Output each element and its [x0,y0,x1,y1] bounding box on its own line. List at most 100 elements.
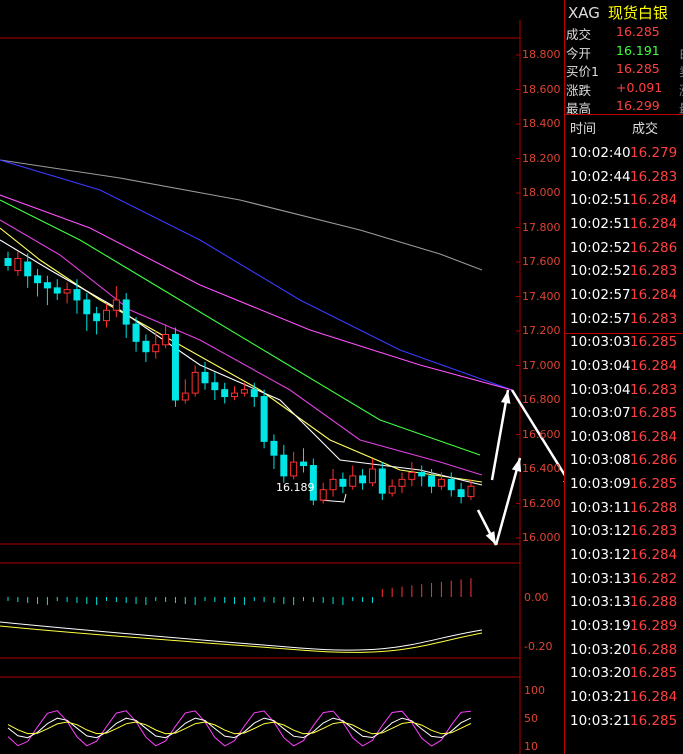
candle-body [181,392,189,401]
price-tick-label: 16.200 [522,496,561,510]
tick-price: 16.284 [630,688,678,705]
tick-time: 10:03:19 [570,618,631,634]
candle-body [24,261,32,277]
tick-row[interactable]: 10:03:2016.288 [570,642,680,666]
tick-row[interactable]: 10:02:5216.283 [570,263,680,287]
tick-row[interactable]: 10:03:0816.284 [570,429,680,453]
tick-row[interactable]: 10:02:5716.283 [570,311,680,335]
tick-row[interactable]: 10:03:2116.285 [570,713,680,737]
candle-body [378,468,386,494]
candle-body [388,485,396,494]
tick-time: 10:03:11 [570,499,631,516]
tick-price: 16.283 [630,168,678,185]
tick-row[interactable]: 10:02:4016.279 [570,145,680,169]
tick-row[interactable]: 10:03:0416.283 [570,382,680,406]
ma-line-yellow [0,227,483,483]
tick-row[interactable]: 10:03:1316.282 [570,571,680,595]
price-tick-label: 18.800 [522,48,561,61]
tick-time: 10:03:03 [570,334,631,351]
price-tick-label: 17.000 [522,358,561,372]
tick-row[interactable]: 10:03:1216.284 [570,547,680,571]
ma-line-blue [0,159,513,391]
tick-time: 10:03:13 [570,570,631,587]
candle-body [447,478,455,491]
tick-time: 10:02:57 [570,286,631,303]
tick-row[interactable]: 10:03:2116.284 [570,689,680,713]
ticks-header: 时间 成交 [570,118,658,137]
candle-body [132,323,140,342]
quote-label: 今开 [566,45,592,61]
macd-panel-border [0,562,521,659]
tick-row[interactable]: 10:03:1216.283 [570,523,680,547]
tick-price: 16.285 [630,334,678,351]
price-tick-label: 16.000 [522,531,561,544]
price-tick-label: 16.400 [522,462,561,475]
candle-body [221,389,229,398]
candle-body [437,478,445,487]
tick-price: 16.284 [630,192,678,209]
quote-value: 16.285 [616,24,660,39]
kdj-tick-label: 10 [524,740,538,753]
tick-time: 10:02:52 [570,239,631,256]
tick-row[interactable]: 10:03:1116.288 [570,500,680,524]
tick-row[interactable]: 10:03:0816.286 [570,452,680,476]
tick-row[interactable]: 10:03:0416.284 [570,358,680,382]
tick-row[interactable]: 10:02:5116.284 [570,192,680,216]
ma-line-gray [0,159,483,271]
candle-body [112,299,120,311]
candle-body [280,454,288,477]
quote-label: 成交 [566,27,592,42]
tick-price: 16.283 [630,523,678,540]
tick-row[interactable]: 10:03:1316.288 [570,594,680,618]
symbol-name: 现货白银 [607,4,668,22]
price-tick-label: 16.800 [522,393,561,406]
price-tick-label: 16.600 [522,427,561,441]
price-tick-label: 18.600 [522,82,561,96]
price-tick-label: 18.400 [522,117,561,130]
quote-value: +0.091 [616,79,663,95]
tick-row[interactable]: 10:03:1916.289 [570,618,680,642]
tick-price: 16.283 [630,381,678,398]
candle-body [270,440,278,456]
price-tick-label: 17.600 [522,255,561,268]
candle-body [142,340,150,353]
tick-price: 16.284 [630,547,678,564]
price-tick-label: 18.200 [522,151,561,165]
ma-line-green [0,199,481,456]
tick-row[interactable]: 10:02:5216.286 [570,240,680,264]
tick-time: 10:03:21 [570,688,631,705]
tick-price: 16.288 [630,641,678,658]
tick-row[interactable]: 10:03:0316.285 [570,334,680,358]
symbol-code: XAG [568,4,600,22]
candle-body [201,371,209,384]
candle-body [300,461,307,467]
tick-row[interactable]: 10:03:2016.285 [570,665,680,689]
macd-tick-label: 0.00 [524,591,549,604]
ticks-price-header: 成交 [632,122,659,137]
tick-row[interactable]: 10:02:4416.283 [570,169,680,193]
ticks-time-header: 时间 [570,122,597,137]
candle-body [93,313,101,322]
tick-price: 16.285 [630,665,678,682]
macd-dea-line [0,625,483,653]
candle-body [14,258,22,272]
tick-time: 10:03:21 [570,712,631,729]
arrow-shaft [494,457,522,546]
hand-drawn-arrows [476,389,564,546]
candle-body [349,475,357,487]
tick-row[interactable]: 10:03:0716.285 [570,405,680,429]
tick-row[interactable]: 10:03:0916.285 [570,476,680,500]
tick-time: 10:03:12 [570,523,631,540]
candle-body [260,396,268,442]
tick-price: 16.284 [630,215,678,232]
price-tick-label: 18.000 [522,186,561,199]
tick-price: 16.285 [630,712,678,729]
tick-row[interactable]: 10:02:5716.284 [570,287,680,311]
symbol-header[interactable]: XAG 现货白银 [568,2,668,23]
low-price-annotation: 16.189 [276,481,315,494]
quote-value: 16.299 [616,98,660,114]
candle-body [34,275,42,284]
tick-row[interactable]: 10:02:5116.284 [570,216,680,240]
kline-chart[interactable] [0,0,564,754]
tick-time: 10:03:04 [570,381,631,398]
